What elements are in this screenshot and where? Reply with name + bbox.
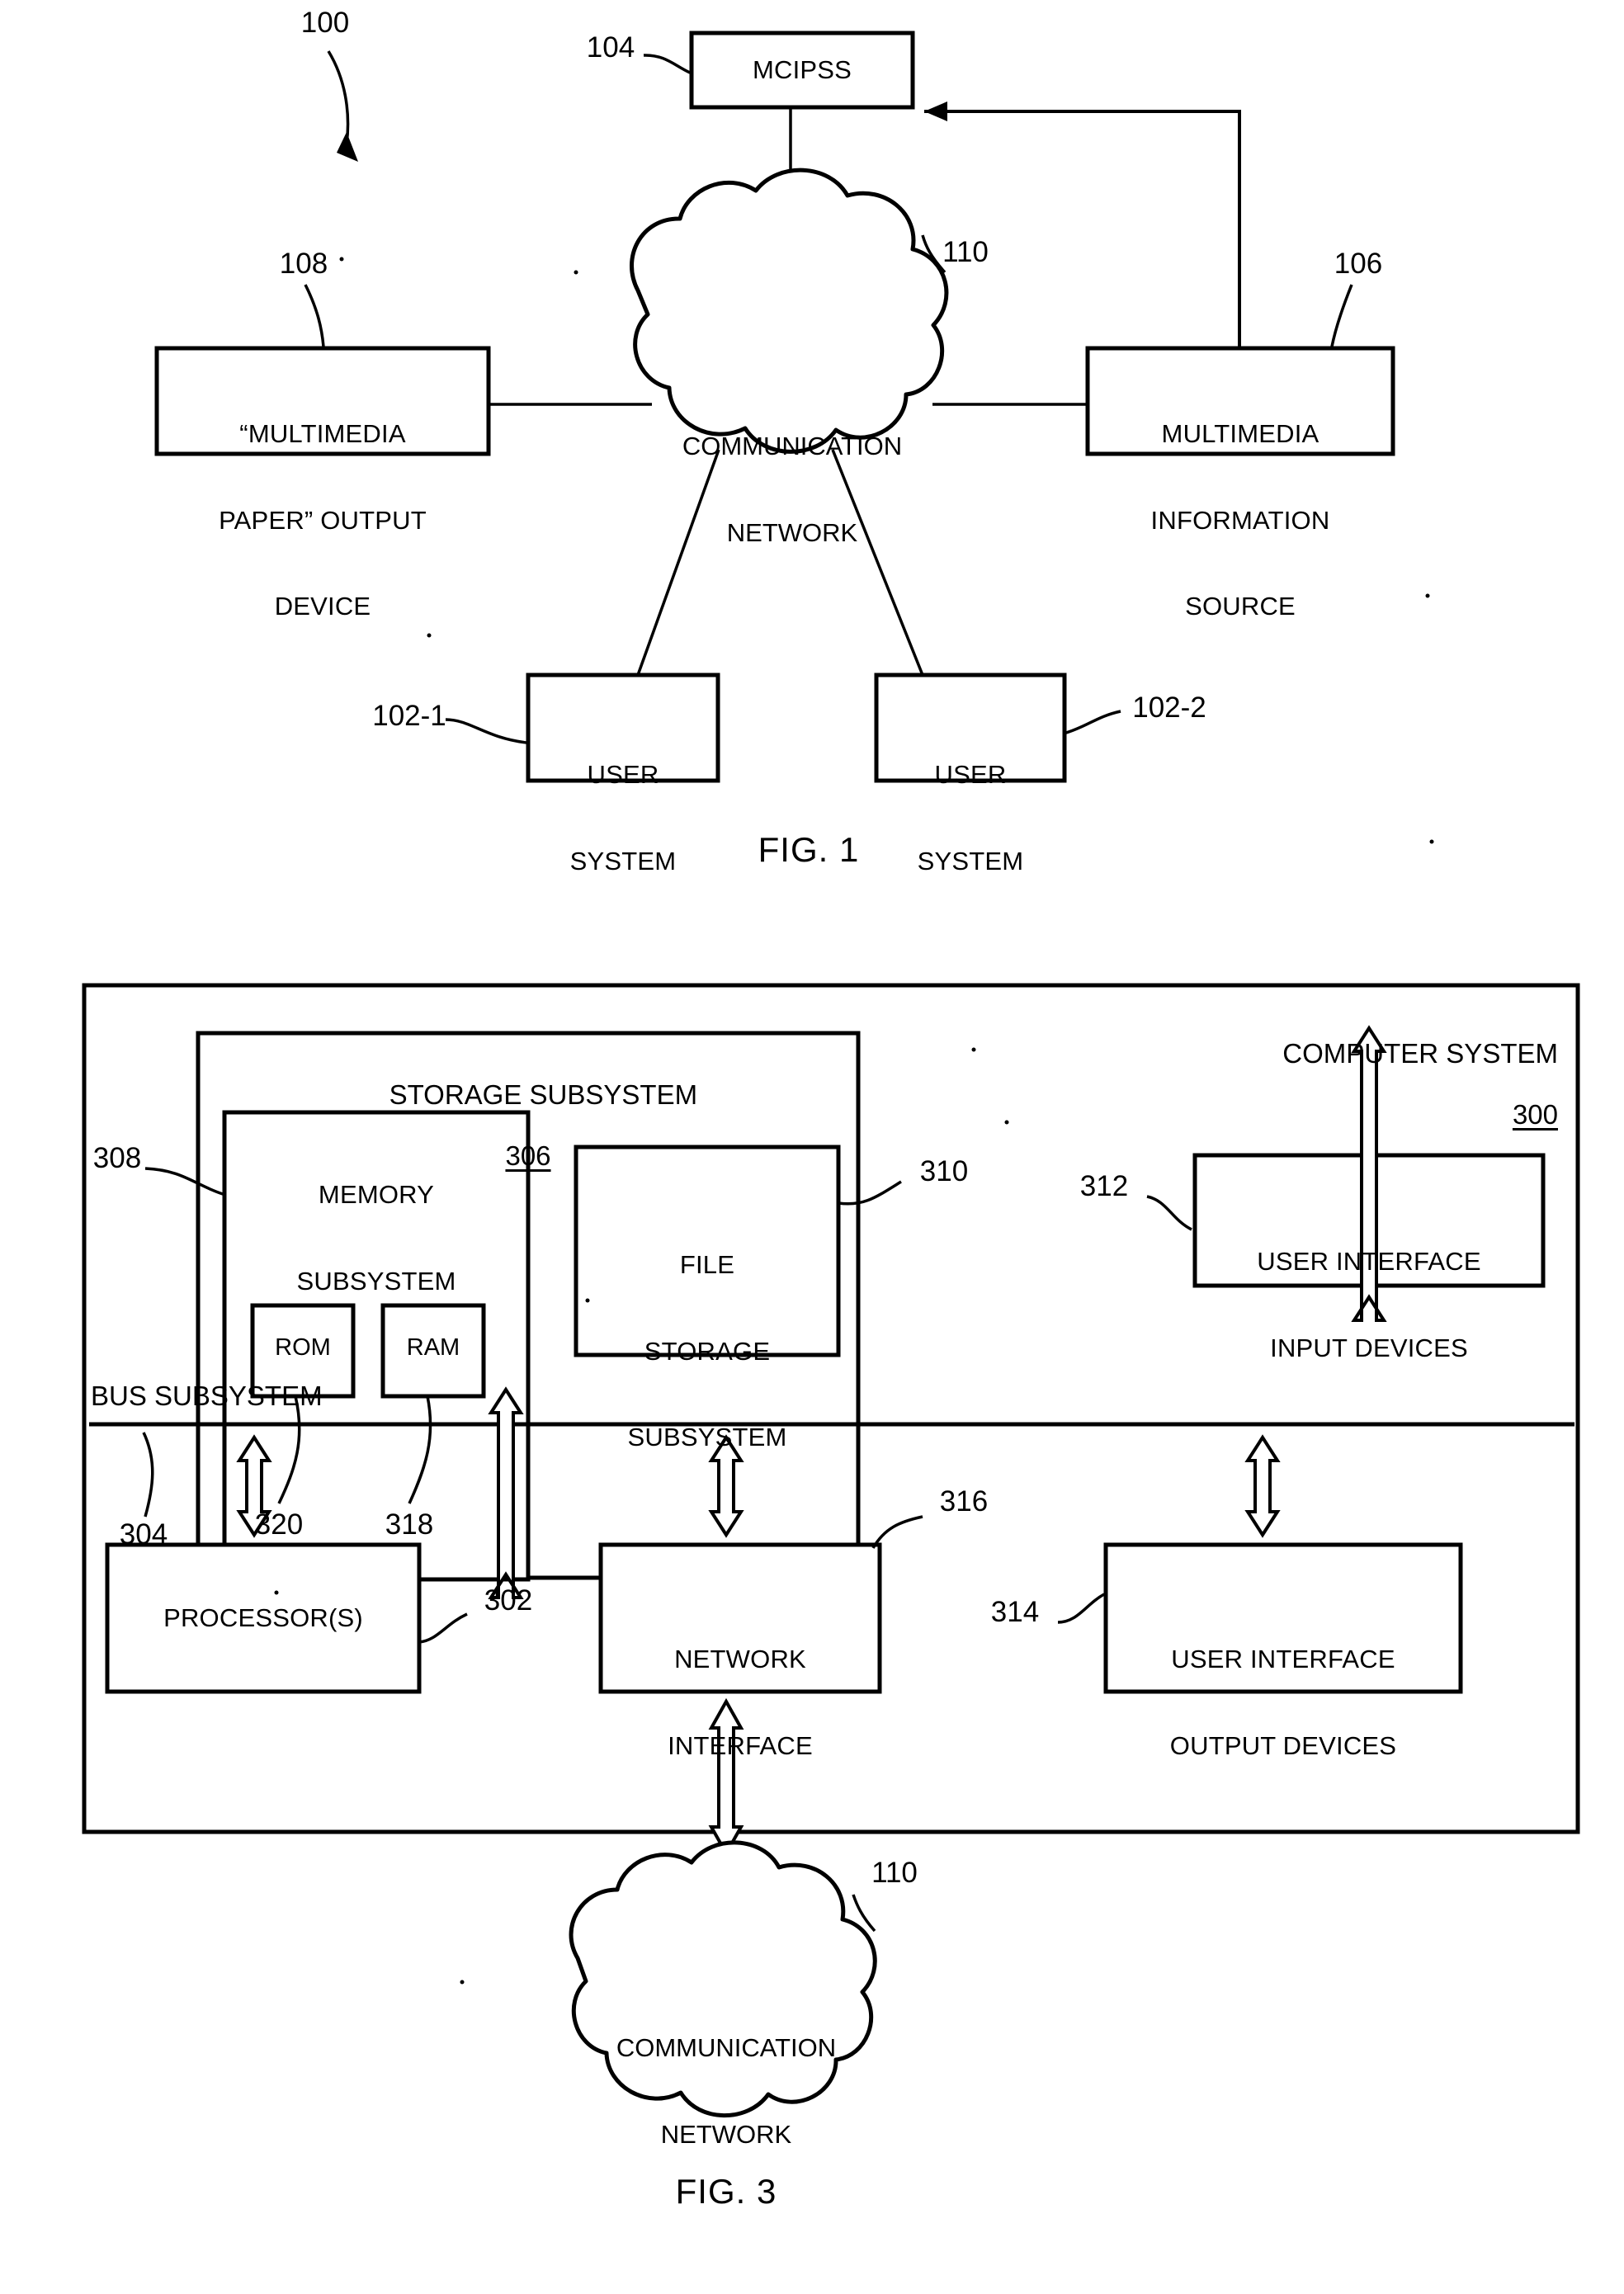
computer-system-title: COMPUTER SYSTEM 300 xyxy=(1112,1008,1558,1161)
ui-input-label: USER INTERFACE INPUT DEVICES xyxy=(1197,1191,1541,1420)
cloud-line-2: NETWORK xyxy=(726,517,858,547)
output-device-line-3: DEVICE xyxy=(274,591,371,621)
output-device-line-2: PAPER” OUTPUT xyxy=(219,505,427,535)
cloud-label-fig1: COMMUNICATION NETWORK xyxy=(635,375,949,605)
mcipss-box-label: MCIPSS xyxy=(752,55,852,84)
ui-input-line-1: USER INTERFACE xyxy=(1257,1247,1481,1277)
ui-output-line-2: OUTPUT DEVICES xyxy=(1169,1730,1397,1760)
memory-subsystem-label: MEMORY SUBSYSTEM xyxy=(226,1124,526,1353)
processors-label: PROCESSOR(S) xyxy=(163,1603,363,1632)
info-source-box-label: MULTIMEDIA INFORMATION SOURCE xyxy=(1088,363,1393,678)
network-interface-line-1: NETWORK xyxy=(674,1645,806,1674)
file-storage-label: FILE STORAGE SUBSYSTEM xyxy=(578,1194,837,1509)
ref-310: 310 xyxy=(919,1155,969,1187)
output-device-line-1: “MULTIMEDIA xyxy=(239,419,406,449)
user-system-2-line-1: USER xyxy=(934,760,1007,790)
ref-100: 100 xyxy=(300,7,350,39)
info-source-line-1: MULTIMEDIA xyxy=(1161,419,1320,449)
network-interface-label: NETWORK INTERFACE xyxy=(602,1588,878,1818)
user-system-1-label: USER SYSTEM xyxy=(528,704,718,933)
info-source-line-2: INFORMATION xyxy=(1150,505,1330,535)
ref-108: 108 xyxy=(279,248,328,280)
ref-102-2: 102-2 xyxy=(1132,692,1206,724)
info-source-line-3: SOURCE xyxy=(1185,591,1296,621)
ref-318: 318 xyxy=(385,1508,434,1541)
patent-drawing-sheet: 100 104 MCIPSS 110 COMMUNICATION NETWORK… xyxy=(0,0,1624,2294)
file-storage-line-3: SUBSYSTEM xyxy=(627,1422,787,1451)
ref-308: 308 xyxy=(92,1142,142,1174)
ref-106: 106 xyxy=(1334,248,1383,280)
ref-312: 312 xyxy=(1079,1170,1129,1202)
computer-system-ref: 300 xyxy=(1512,1098,1558,1130)
ref-104: 104 xyxy=(586,31,635,64)
ref-320: 320 xyxy=(254,1508,304,1541)
ui-output-label: USER INTERFACE OUTPUT DEVICES xyxy=(1107,1588,1459,1818)
network-interface-line-2: INTERFACE xyxy=(668,1730,813,1760)
cloud-fig3-line-1: COMMUNICATION xyxy=(616,2033,837,2063)
figure-3-caption: FIG. 3 xyxy=(675,2172,777,2211)
file-storage-line-1: FILE xyxy=(679,1250,735,1280)
user-system-2-label: USER SYSTEM xyxy=(876,704,1065,933)
ui-input-line-2: INPUT DEVICES xyxy=(1270,1333,1468,1362)
memory-subsystem-line-2: SUBSYSTEM xyxy=(296,1266,456,1296)
rom-box-label: ROM xyxy=(275,1334,331,1361)
memory-subsystem-line-1: MEMORY xyxy=(318,1180,435,1210)
ref-110-fig1: 110 xyxy=(942,236,989,268)
cloud-line-1: COMMUNICATION xyxy=(682,432,903,461)
output-device-box-label: “MULTIMEDIA PAPER” OUTPUT DEVICE xyxy=(158,363,487,678)
ref-102-1: 102-1 xyxy=(372,700,446,732)
ui-output-line-1: USER INTERFACE xyxy=(1171,1645,1395,1674)
cloud-fig3-line-2: NETWORK xyxy=(660,2119,792,2149)
bus-subsystem-label: BUS SUBSYSTEM xyxy=(91,1381,323,1411)
computer-system-label: COMPUTER SYSTEM xyxy=(1282,1037,1558,1069)
user-system-1-line-1: USER xyxy=(587,760,659,790)
ram-box-label: RAM xyxy=(406,1334,460,1361)
figure-1-caption: FIG. 1 xyxy=(758,830,860,869)
file-storage-line-2: STORAGE xyxy=(644,1336,771,1366)
ref-304: 304 xyxy=(119,1518,168,1551)
ref-314: 314 xyxy=(990,1596,1040,1628)
ref-302: 302 xyxy=(484,1584,533,1617)
ref-110-fig3: 110 xyxy=(871,1857,918,1889)
storage-subsystem-label: STORAGE SUBSYSTEM xyxy=(389,1079,698,1110)
ref-316: 316 xyxy=(939,1485,989,1518)
